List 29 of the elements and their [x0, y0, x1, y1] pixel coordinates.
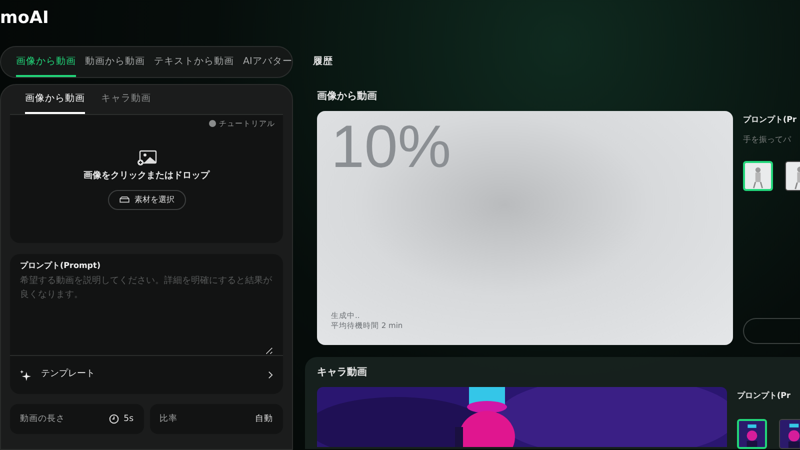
add-image-icon	[136, 150, 156, 166]
chevron-right-icon	[268, 371, 273, 379]
prompt-text: 手を振ってパ	[743, 134, 792, 146]
card-title: 画像から動画	[317, 90, 378, 104]
card-title: キャラ動画	[317, 366, 368, 380]
prompt-label: プロンプト(Pr	[737, 390, 792, 402]
prompt-field[interactable]: プロンプト(Prompt) 希望する動画を説明してください。詳細を明確にすると結果が良くなります。	[10, 254, 283, 356]
setting-button[interactable]: 比率 自動	[150, 404, 283, 434]
template-button[interactable]: テンプレート	[10, 356, 283, 394]
select-material-button[interactable]: 素材を選択	[108, 190, 186, 210]
mode-tab[interactable]: 画像から動画	[16, 54, 76, 77]
sparkle-icon	[20, 370, 31, 380]
logo: moAI	[0, 7, 50, 30]
thumbnail[interactable]	[779, 419, 800, 450]
setting-button[interactable]: 動画の長さ 5s	[10, 404, 144, 434]
clock-icon	[108, 414, 119, 424]
sub-tab[interactable]: キャラ動画	[101, 92, 151, 114]
upload-hint: 画像をクリックまたはドロップ	[84, 170, 210, 184]
prompt-label: プロンプト(Prompt)	[20, 260, 102, 272]
thumbnail[interactable]	[743, 161, 773, 192]
help-icon	[209, 120, 216, 128]
mode-tab[interactable]: AIアバター	[243, 54, 292, 77]
thumbnail[interactable]	[737, 419, 767, 450]
mode-tab[interactable]: テキストから動画	[154, 54, 234, 77]
prompt-label: プロンプト(Pr	[743, 114, 798, 126]
history-title: 履歴	[313, 55, 334, 69]
box-icon	[118, 196, 130, 204]
progress-percent: 10%	[331, 117, 452, 178]
mode-tab[interactable]: 動画から動画	[85, 54, 145, 77]
